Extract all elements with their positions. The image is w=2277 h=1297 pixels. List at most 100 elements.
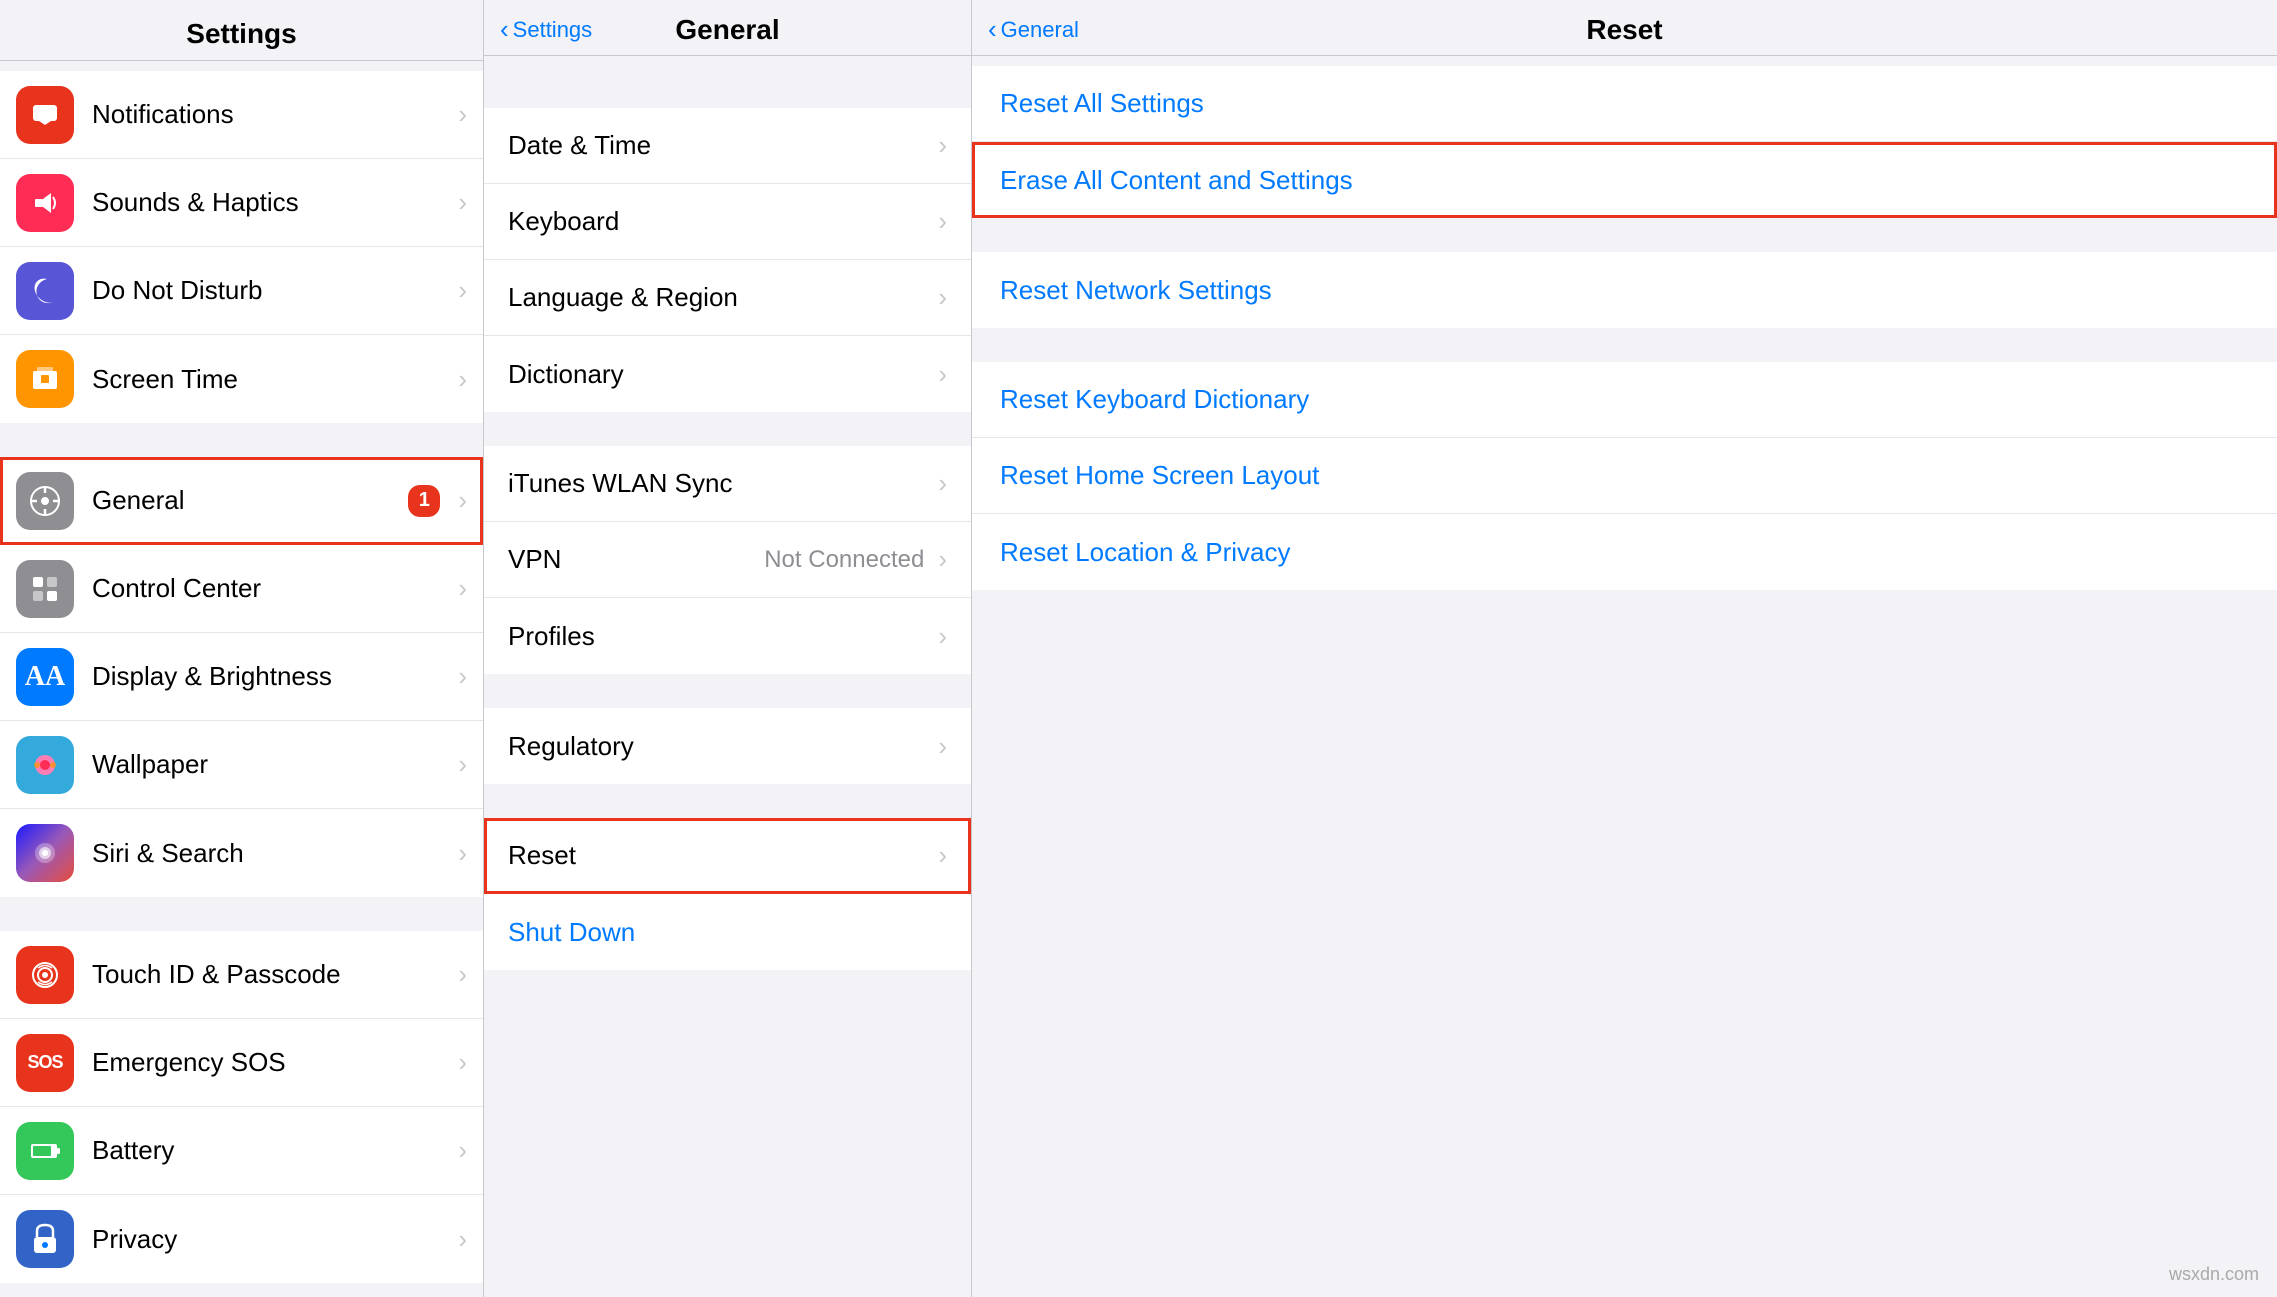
settings-row-sounds[interactable]: Sounds & Haptics › (0, 159, 483, 247)
settings-row-wallpaper[interactable]: Wallpaper › (0, 721, 483, 809)
sounds-label: Sounds & Haptics (92, 187, 450, 218)
general-row-keyboard[interactable]: Keyboard› (484, 184, 971, 260)
settings-row-touchid[interactable]: Touch ID & Passcode› (0, 931, 483, 1019)
settings-row-general[interactable]: General1› (0, 457, 483, 545)
language-chevron: › (938, 282, 947, 313)
reset-row-reset-all-settings[interactable]: Reset All Settings (972, 66, 2277, 142)
general-row-ituneswlan[interactable]: iTunes WLAN Sync › (484, 446, 971, 522)
reset-label: Reset (508, 840, 930, 871)
general-back-label: Settings (513, 17, 593, 43)
profiles-chevron: › (938, 621, 947, 652)
general-row-dictionary[interactable]: Dictionary › (484, 336, 971, 412)
reset-back-button[interactable]: ‹ General (988, 14, 1079, 45)
section-gap (0, 61, 483, 71)
general-back-button[interactable]: ‹ Settings (500, 14, 592, 45)
displaybrightness-label: Display & Brightness (92, 661, 450, 692)
section-gap (484, 98, 971, 108)
ituneswlan-chevron: › (938, 468, 947, 499)
settings-row-privacy[interactable]: Privacy › (0, 1195, 483, 1283)
dictionary-chevron: › (938, 359, 947, 390)
displaybrightness-chevron: › (458, 661, 467, 692)
section-gap (0, 897, 483, 931)
battery-icon (16, 1122, 74, 1180)
settings-list: Notifications› Sounds & Haptics › Do Not Di… (0, 61, 483, 1297)
reset-home-label: Reset Home Screen Layout (1000, 460, 2249, 491)
emergencysos-chevron: › (458, 1047, 467, 1078)
regulatory-label: Regulatory (508, 731, 930, 762)
reset-group-2: Reset Network Settings (972, 252, 2277, 328)
section-gap (0, 423, 483, 457)
settings-row-displaybrightness[interactable]: AA Display & Brightness › (0, 633, 483, 721)
settings-row-donotdisturb[interactable]: Do Not Disturb› (0, 247, 483, 335)
sirisearch-label: Siri & Search (92, 838, 450, 869)
settings-group-1: Notifications› Sounds & Haptics › Do Not Di… (0, 71, 483, 423)
sounds-chevron: › (458, 187, 467, 218)
shutdown-label: Shut Down (508, 917, 947, 948)
emergencysos-icon: SOS (16, 1034, 74, 1092)
wallpaper-chevron: › (458, 749, 467, 780)
general-icon (16, 472, 74, 530)
vpn-value: Not Connected (764, 546, 924, 574)
screentime-chevron: › (458, 364, 467, 395)
general-row-reset[interactable]: Reset › (484, 818, 971, 894)
donotdisturb-icon (16, 262, 74, 320)
general-row-language[interactable]: Language & Region › (484, 260, 971, 336)
privacy-chevron: › (458, 1224, 467, 1255)
general-group-3: Regulatory › (484, 708, 971, 784)
section-gap (484, 56, 971, 66)
dictionary-label: Dictionary (508, 359, 930, 390)
reset-row-reset-location[interactable]: Reset Location & Privacy (972, 514, 2277, 590)
sounds-icon (16, 174, 74, 232)
reset-list: Reset All SettingsErase All Content and … (972, 56, 2277, 1297)
reset-row-erase-all[interactable]: Erase All Content and Settings (972, 142, 2277, 218)
general-row-shutdown[interactable]: Shut Down (484, 894, 971, 970)
settings-row-battery[interactable]: Battery› (0, 1107, 483, 1195)
language-label: Language & Region (508, 282, 930, 313)
controlcenter-chevron: › (458, 573, 467, 604)
settings-row-sirisearch[interactable]: Siri & Search › (0, 809, 483, 897)
settings-column: Settings Notifications›Sounds & Haptics›… (0, 0, 484, 1297)
reset-row-reset-home[interactable]: Reset Home Screen Layout (972, 438, 2277, 514)
section-gap (484, 784, 971, 818)
settings-group-2: General1›Control Center› AA Display & Brig… (0, 457, 483, 897)
displaybrightness-icon: AA (16, 648, 74, 706)
general-list: Date & Time›Keyboard›Language & Region›D… (484, 56, 971, 1297)
scroll-offset (484, 66, 971, 98)
sirisearch-chevron: › (458, 838, 467, 869)
reset-row-reset-network[interactable]: Reset Network Settings (972, 252, 2277, 328)
general-row-regulatory[interactable]: Regulatory › (484, 708, 971, 784)
watermark: wsxdn.com (2169, 1264, 2259, 1285)
ituneswlan-label: iTunes WLAN Sync (508, 468, 930, 499)
general-column: ‹ Settings General Date & Time › Keyboard›… (484, 0, 972, 1297)
general-group-1: Date & Time›Keyboard›Language & Region›D… (484, 108, 971, 412)
general-row-profiles[interactable]: Profiles› (484, 598, 971, 674)
notifications-chevron: › (458, 99, 467, 130)
screentime-icon (16, 350, 74, 408)
reset-group-1: Reset All SettingsErase All Content and … (972, 66, 2277, 218)
reset-title: Reset (1586, 14, 1662, 46)
datetime-label: Date & Time (508, 130, 930, 161)
reset-chevron: › (938, 840, 947, 871)
section-gap (484, 674, 971, 708)
privacy-icon (16, 1210, 74, 1268)
section-gap (972, 218, 2277, 252)
datetime-chevron: › (938, 130, 947, 161)
screentime-label: Screen Time (92, 364, 450, 395)
settings-row-screentime[interactable]: Screen Time › (0, 335, 483, 423)
general-row-datetime[interactable]: Date & Time › (484, 108, 971, 184)
wallpaper-label: Wallpaper (92, 749, 450, 780)
regulatory-chevron: › (938, 731, 947, 762)
general-title: General (675, 14, 779, 46)
settings-row-emergencysos[interactable]: SOSEmergency SOS› (0, 1019, 483, 1107)
settings-row-controlcenter[interactable]: Control Center› (0, 545, 483, 633)
reset-header: ‹ General Reset (972, 0, 2277, 56)
reset-row-reset-keyboard[interactable]: Reset Keyboard Dictionary (972, 362, 2277, 438)
vpn-label: VPN (508, 544, 764, 575)
general-badge: 1 (408, 485, 440, 517)
privacy-label: Privacy (92, 1224, 450, 1255)
settings-row-notifications[interactable]: Notifications› (0, 71, 483, 159)
general-row-vpn[interactable]: VPNNot Connected› (484, 522, 971, 598)
battery-chevron: › (458, 1135, 467, 1166)
donotdisturb-label: Do Not Disturb (92, 275, 450, 306)
reset-keyboard-label: Reset Keyboard Dictionary (1000, 384, 2249, 415)
